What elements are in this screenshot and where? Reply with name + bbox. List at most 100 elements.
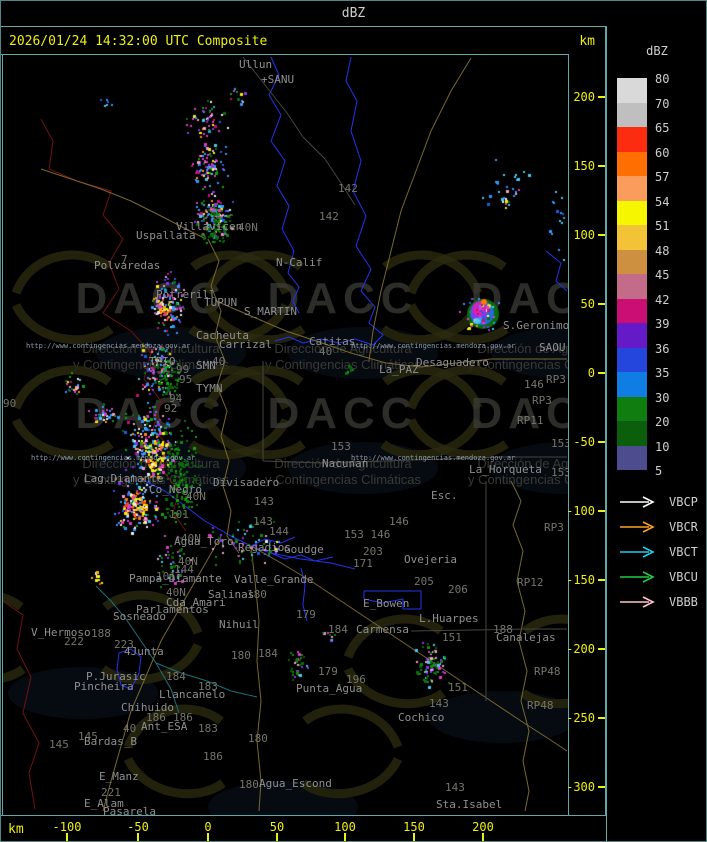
map-label: 143 <box>254 495 274 508</box>
map-label: 101 <box>169 508 189 521</box>
map-label: 183 <box>198 722 218 735</box>
x-axis-unit-label: km <box>8 822 24 837</box>
y-axis: 200 150 100 50 0 -50 -100 -150 -200 -250 -300 <box>566 54 607 816</box>
map-label: E_Bowen <box>363 597 410 610</box>
scale-tick-label: 35 <box>655 366 670 380</box>
map-label: Goudge <box>284 543 324 556</box>
map-label: 146 <box>389 515 409 528</box>
map-label: Esc. <box>431 489 458 502</box>
map-label: RP48 <box>534 665 561 678</box>
map-label: 92 <box>164 402 178 415</box>
map-label: S_MARTIN <box>244 305 297 318</box>
x-tick-label: 150 <box>403 820 425 834</box>
x-tick-label: 200 <box>472 820 494 834</box>
map-label: Cochico <box>398 711 445 724</box>
map-label: N-Calif <box>276 256 323 269</box>
scale-tick-label: 54 <box>655 194 670 209</box>
scale-band <box>617 78 647 103</box>
scale-tick-label: 48 <box>655 243 670 258</box>
map-label: 184 <box>166 670 186 683</box>
map-label: 90 <box>3 397 17 410</box>
map-label: 203 <box>363 545 383 558</box>
x-tick-mark <box>482 833 484 841</box>
map-label: Pampa_Diamante <box>129 572 222 585</box>
map-label: RP3 <box>532 394 552 407</box>
map-label: Sosneado <box>113 610 166 623</box>
scale-band <box>617 151 647 176</box>
x-tick-mark <box>207 833 209 841</box>
x-tick-label: -50 <box>127 820 149 834</box>
map-label: 180 <box>231 649 251 662</box>
y-tick-label: 200 <box>573 90 595 104</box>
x-tick-label: 50 <box>269 820 285 834</box>
y-tick-label: -100 <box>566 504 595 518</box>
map-label: 4Junta <box>124 645 164 658</box>
scale-band <box>617 298 647 323</box>
scale-band <box>617 200 647 225</box>
map-label: RP48 <box>527 699 554 712</box>
x-tick-mark <box>276 833 278 841</box>
y-tick-label: 150 <box>573 159 595 173</box>
map-label: TYMN <box>196 382 223 395</box>
radar-app-window: dBZ 2026/01/24 14:32:00 UTC Composite km… <box>0 0 707 842</box>
map-label: 179 <box>318 665 338 678</box>
map-label: Ant_ESA <box>141 720 188 733</box>
x-tick-mark <box>413 833 415 841</box>
map-label: Canalejas <box>496 631 556 644</box>
map-label: +SANU <box>261 73 295 86</box>
radar-map[interactable]: DACCDirección de Agriculturay Contingenc… <box>3 55 568 815</box>
map-label: E_Manz <box>99 770 139 783</box>
map-label: Pincheira <box>74 680 134 693</box>
map-label: Carrizal <box>219 338 272 351</box>
map-label: 40N <box>186 490 206 503</box>
scale-tick-label: 36 <box>655 341 670 356</box>
scale-band <box>617 102 647 127</box>
y-tick-label: 100 <box>573 228 595 242</box>
watermark-url: http://www.contingencias.mendoza.gov.ar <box>31 454 196 462</box>
map-label: 180 <box>239 778 259 791</box>
scale-band <box>617 372 647 397</box>
watermark-url: http://www.contingencias.mendoza.gov.ar <box>351 342 516 350</box>
map-label: 146 <box>524 378 544 391</box>
legend-item-label: VBCT <box>669 545 698 559</box>
map-label: RP12 <box>517 576 544 589</box>
x-tick-label: 100 <box>334 820 356 834</box>
map-label: Ullun <box>239 58 273 71</box>
arrow-icon <box>620 496 655 508</box>
scale-tick-label: 20 <box>655 415 670 429</box>
scale-tick-label: 39 <box>655 317 670 331</box>
map-label: Uspallata <box>136 229 196 242</box>
scale-band <box>617 396 647 421</box>
map-label: TPIO <box>149 355 176 368</box>
map-label: 153 <box>551 466 568 479</box>
map-label: RP3 <box>544 521 564 534</box>
map-label: 188 <box>91 627 111 640</box>
map-label: Divisadero <box>213 476 280 489</box>
map-label: Llancanelo <box>159 688 226 701</box>
scale-tick-label: 60 <box>655 145 670 160</box>
map-label: 143 <box>429 697 449 710</box>
timestamp-label: 2026/01/24 14:32:00 UTC Composite <box>9 34 268 49</box>
legend-panel: dBZ 80 70 65 60 57 54 51 48 45 42 39 36 35 30 20 10 5 VB… <box>607 26 707 842</box>
scale-tick-label: 80 <box>655 72 670 86</box>
map-label: 145 <box>49 738 69 751</box>
scale-tick-label: 30 <box>655 390 670 405</box>
map-label: Ovejeria <box>404 553 457 566</box>
map-label: Polvaredas <box>94 259 161 272</box>
scale-band <box>617 249 647 274</box>
map-label: 95 <box>179 373 193 386</box>
map-label: 153 <box>551 437 568 450</box>
arrow-icon <box>620 521 655 533</box>
map-label: Nihuil <box>219 618 259 631</box>
map-label: 184 <box>258 647 278 660</box>
map-label: Carmensa <box>356 623 409 636</box>
x-axis-bar: km -100 -50 0 50 100 150 200 <box>0 815 606 842</box>
map-label: 180 <box>247 588 267 601</box>
map-label: SMN <box>196 359 216 372</box>
map-label: 151 <box>448 681 468 694</box>
arrow-icon <box>620 546 655 558</box>
watermark-url: http://www.contingencias.mendoza.gov.ar <box>351 454 516 462</box>
y-tick-label: 50 <box>580 297 595 311</box>
scale-band <box>617 127 647 152</box>
radar-map-frame: DACCDirección de Agriculturay Contingenc… <box>2 54 569 816</box>
